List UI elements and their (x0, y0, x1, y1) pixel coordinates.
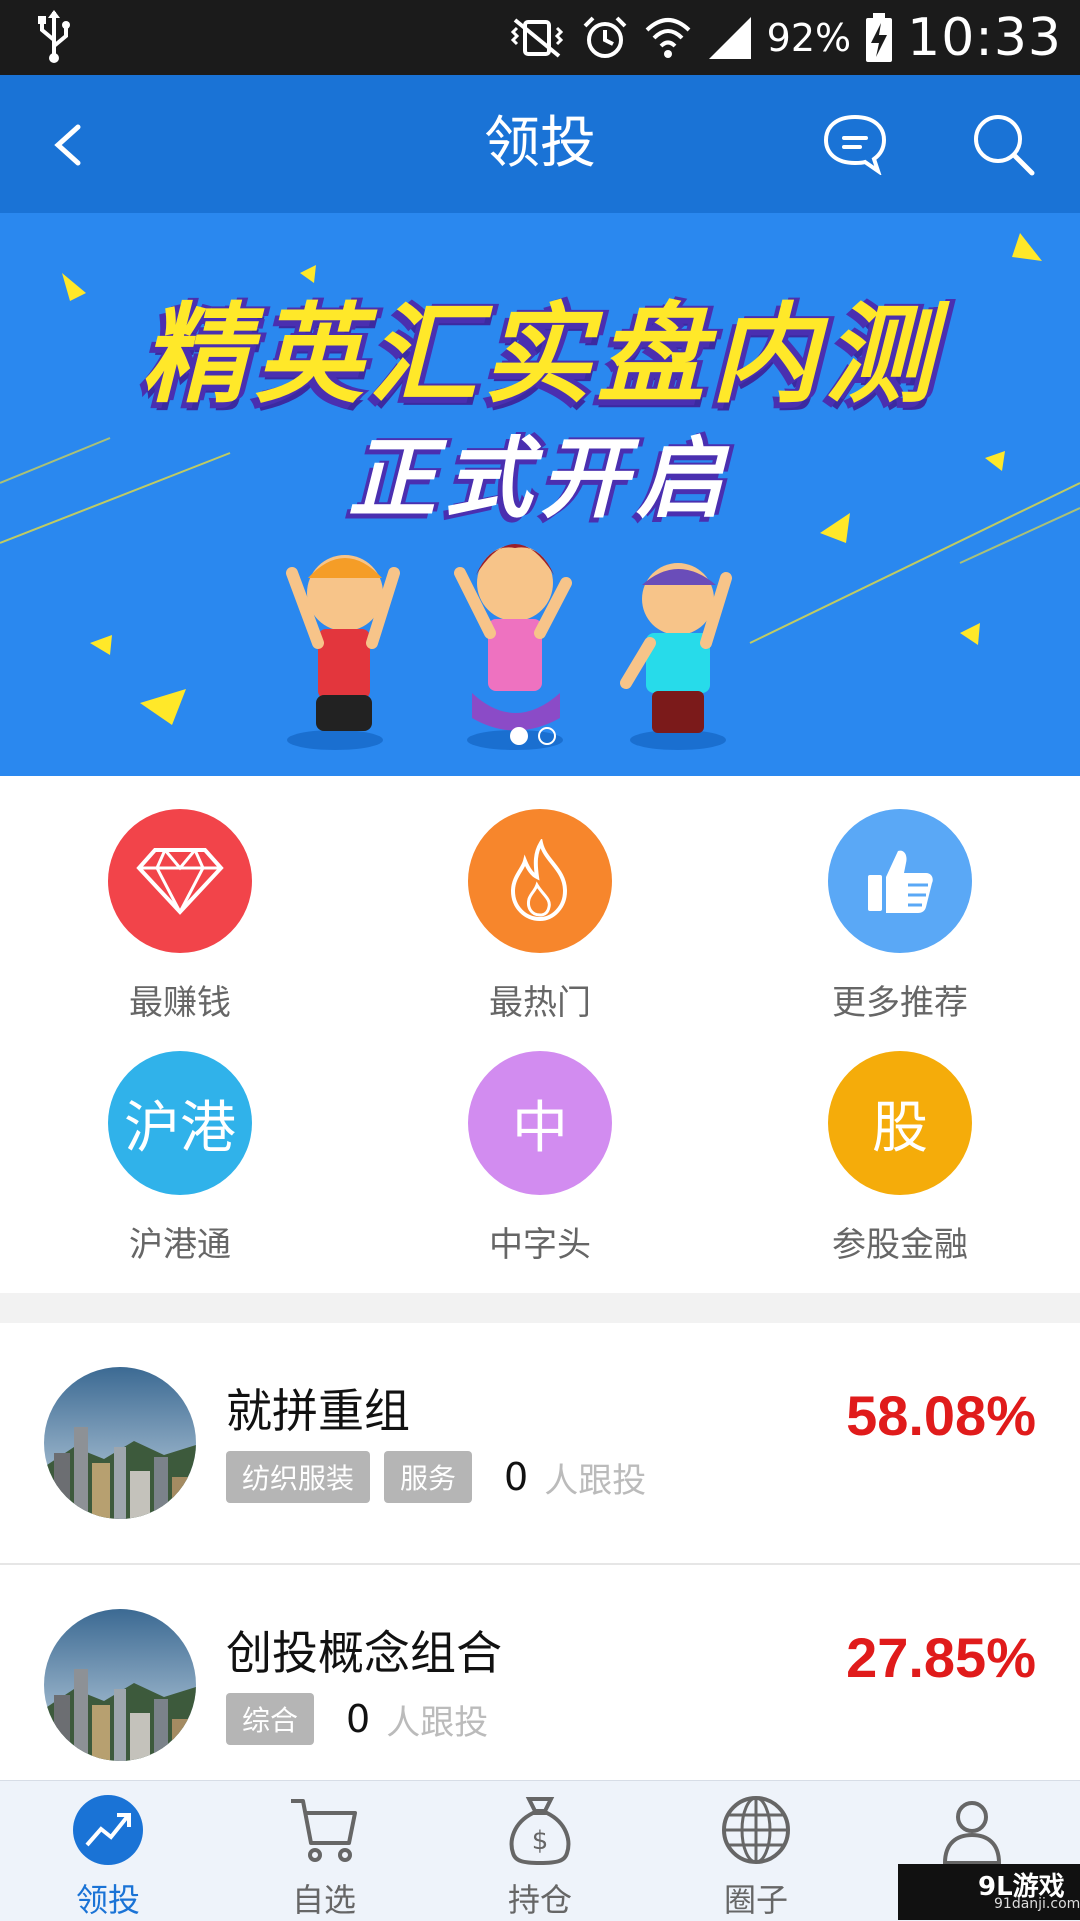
portfolio-return: 58.08% (846, 1384, 1036, 1447)
hk-connect-icon: 沪港 (108, 1051, 252, 1195)
portfolio-list: 就拼重组 纺织服装 服务 0 人跟投 58.08% 创投概念组合 综合 0 人跟… (0, 1323, 1080, 1807)
category-best-return[interactable]: 最赚钱 (0, 776, 360, 1023)
cart-icon (291, 1799, 357, 1862)
portfolio-avatar (44, 1609, 196, 1761)
tab-holdings[interactable]: $ 持仓 (432, 1781, 648, 1921)
tab-watchlist[interactable]: 自选 (216, 1781, 432, 1921)
battery-charging-icon (866, 12, 893, 62)
category-hk-connect[interactable]: 沪港 沪港通 (0, 1018, 360, 1265)
tab-label: 持仓 (507, 1881, 572, 1919)
category-zhong[interactable]: 中 中字头 (360, 1018, 720, 1265)
city-skyline-image (44, 1367, 196, 1519)
carousel-indicator (510, 727, 556, 745)
signal-icon (708, 16, 751, 59)
portfolio-name: 创投概念组合 (226, 1626, 502, 1680)
gu-icon: 股 (828, 1051, 972, 1195)
tab-lead-invest[interactable]: 领投 (0, 1781, 216, 1921)
tab-circle[interactable]: 圈子 (648, 1781, 864, 1921)
portfolio-name: 就拼重组 (226, 1384, 410, 1438)
category-hottest[interactable]: 最热门 (360, 776, 720, 1023)
portfolio-tag: 纺织服装 (226, 1451, 371, 1503)
alarm-icon (583, 16, 627, 58)
category-label: 参股金融 (832, 1225, 968, 1265)
tab-label: 圈子 (723, 1881, 788, 1919)
battery-percent: 92% (766, 15, 852, 60)
message-icon[interactable] (822, 113, 888, 175)
portfolio-return: 27.85% (846, 1626, 1036, 1689)
trend-icon (73, 1795, 143, 1865)
category-label: 沪港通 (129, 1225, 231, 1265)
thumbs-up-icon (868, 850, 933, 913)
watermark: 9L游戏 91danji.com (898, 1864, 1080, 1920)
clock: 10:33 (907, 7, 1062, 68)
follower-count: 0 (504, 1455, 529, 1499)
category-label: 中字头 (489, 1225, 591, 1265)
banner-headline: 精英汇实盘内测 (140, 293, 939, 418)
carousel-dot-1 (510, 727, 528, 745)
wifi-icon (645, 17, 691, 58)
category-circle (108, 809, 252, 953)
category-circle (468, 809, 612, 953)
globe-icon (722, 1796, 790, 1864)
portfolio-avatar (44, 1367, 196, 1519)
flame-icon (510, 839, 568, 922)
page-title: 领投 (484, 111, 596, 176)
portfolio-row[interactable]: 创投概念组合 综合 0 人跟投 27.85% (0, 1565, 1080, 1807)
status-bar: 92% 10:33 (0, 0, 1080, 75)
category-circle (828, 809, 972, 953)
watermark-site: 91danji.com (994, 1896, 1080, 1912)
category-grid: 最赚钱 最热门 更多推荐 沪港 沪港通 中 中字头 股 参股金融 (0, 776, 1080, 1293)
follower-label: 人跟投 (386, 1702, 489, 1743)
category-label: 最赚钱 (129, 983, 231, 1023)
tab-label: 领投 (75, 1881, 140, 1919)
portfolio-tags: 纺织服装 服务 0 人跟投 (226, 1451, 646, 1503)
category-label: 更多推荐 (832, 983, 968, 1023)
portfolio-tag: 综合 (226, 1693, 315, 1745)
vibrate-mute-icon (510, 17, 563, 58)
tab-label: 自选 (291, 1881, 356, 1919)
follower-count: 0 (346, 1697, 371, 1741)
portfolio-tags: 综合 0 人跟投 (226, 1693, 488, 1745)
banner-subline: 正式开启 (347, 427, 732, 530)
search-icon[interactable] (970, 111, 1036, 177)
city-skyline-image (44, 1609, 196, 1761)
category-finance-stake[interactable]: 股 参股金融 (720, 1018, 1080, 1265)
usb-icon (38, 10, 70, 63)
diamond-icon (136, 848, 224, 915)
category-label: 最热门 (489, 983, 591, 1023)
category-more-recommend[interactable]: 更多推荐 (720, 776, 1080, 1023)
money-bag-icon: $ (509, 1797, 571, 1866)
app-bar: 领投 (0, 75, 1080, 213)
profile-icon (942, 1801, 1002, 1865)
follower-label: 人跟投 (544, 1460, 647, 1501)
carousel-dot-2 (538, 727, 556, 745)
portfolio-tag: 服务 (384, 1451, 473, 1503)
zhong-icon: 中 (468, 1051, 612, 1195)
portfolio-row[interactable]: 就拼重组 纺织服装 服务 0 人跟投 58.08% (0, 1323, 1080, 1565)
svg-text:$: $ (532, 1826, 549, 1856)
promo-banner[interactable]: 精英汇实盘内测 正式开启 (0, 213, 1080, 776)
